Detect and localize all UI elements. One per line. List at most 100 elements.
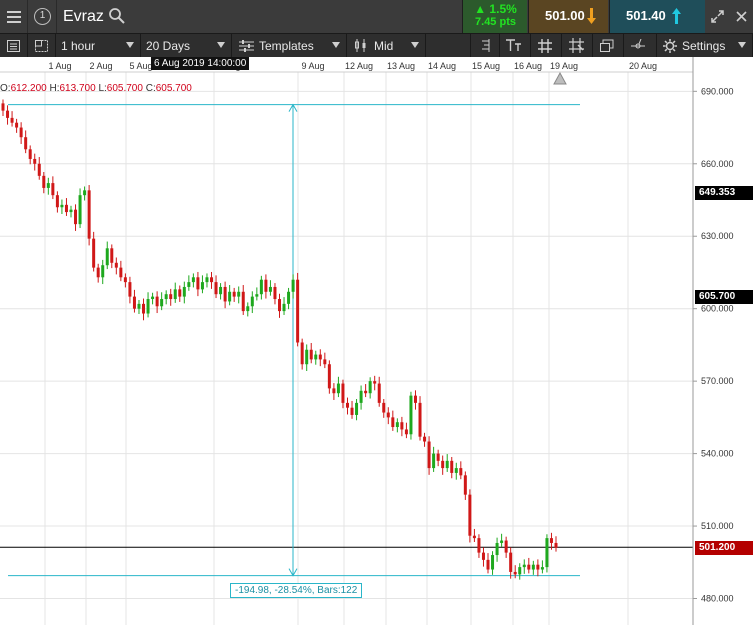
- candle-down: [513, 571, 517, 575]
- chart-toolbar: 1 hour 20 Days Templates Mid Settings: [0, 33, 753, 57]
- high-value: 613.700: [59, 83, 96, 94]
- candle-down: [554, 542, 558, 548]
- period-select[interactable]: 20 Days: [141, 34, 232, 57]
- y-tick-label: 540.000: [701, 449, 734, 459]
- candle-down: [51, 183, 55, 196]
- templates-label: Templates: [259, 38, 314, 53]
- gear-icon: [663, 38, 677, 53]
- draw-tool-button[interactable]: [623, 34, 652, 57]
- crosshair-time-label: 6 Aug 2019 14:00:00: [151, 57, 250, 70]
- candle-down: [92, 238, 96, 268]
- candle-up: [522, 564, 526, 568]
- list-icon: [7, 39, 20, 52]
- text-tool-button[interactable]: [499, 34, 528, 57]
- candle-up: [46, 183, 50, 188]
- info-icon: 1: [34, 8, 51, 25]
- y-tick-label: 480.000: [701, 594, 734, 604]
- candle-down: [264, 279, 268, 292]
- close-button[interactable]: [729, 0, 753, 33]
- ohlc-readout: O:612.200 H:613.700 L:605.700 C:605.700: [0, 83, 192, 94]
- chevron-down-icon: [126, 42, 134, 48]
- chevron-down-icon: [738, 42, 746, 48]
- candle-up: [368, 381, 372, 394]
- high-marker-tag: 649.353: [695, 186, 753, 200]
- buy-button[interactable]: 501.40: [609, 0, 705, 33]
- price-type-select[interactable]: Mid: [347, 34, 426, 57]
- crosshair-grid-icon: [568, 38, 584, 53]
- y-axis: 480.000 510.000 540.000 570.000 600.000 630.0…: [692, 57, 734, 625]
- indicators-button[interactable]: [470, 34, 499, 57]
- y-tick-label: 690.000: [701, 86, 734, 96]
- settings-button[interactable]: Settings: [656, 34, 753, 57]
- candle-up: [500, 540, 504, 543]
- candle-down: [549, 538, 553, 543]
- layout-grid-icon: [35, 39, 48, 52]
- y-tick-label: 570.000: [701, 376, 734, 386]
- y-tick-label: 630.000: [701, 231, 734, 241]
- candle-down: [178, 289, 182, 297]
- candle-up: [182, 286, 186, 297]
- candle-down: [318, 354, 322, 360]
- sell-button[interactable]: 501.00: [528, 0, 608, 33]
- candle-down: [364, 390, 368, 394]
- grid-toggle-button[interactable]: [530, 34, 559, 57]
- instrument-name[interactable]: Evraz: [63, 0, 104, 33]
- open-label: O:: [0, 83, 11, 94]
- candle-up: [187, 282, 191, 287]
- close-value: 605.700: [155, 83, 192, 94]
- scroll-marker-icon: [553, 71, 567, 85]
- layout-button[interactable]: [28, 34, 56, 57]
- candle-down: [169, 294, 173, 300]
- candle-down: [459, 468, 463, 476]
- candle-up: [495, 542, 499, 556]
- candle-up: [305, 349, 309, 365]
- candle-down: [37, 163, 41, 176]
- candle-up: [409, 395, 413, 435]
- windows-button[interactable]: [592, 34, 621, 57]
- open-value: 612.200: [10, 83, 47, 94]
- crosshair-button[interactable]: [561, 34, 590, 57]
- candle-up: [137, 303, 141, 309]
- candle-up: [105, 248, 109, 266]
- expand-button[interactable]: [706, 0, 729, 33]
- candle-down: [33, 158, 37, 164]
- candle-down: [119, 267, 123, 278]
- candle-up: [200, 282, 204, 290]
- candle-up: [250, 296, 254, 307]
- x-tick-label: 13 Aug: [387, 61, 415, 71]
- candle-down: [96, 267, 100, 278]
- current-price-tag: 501.200: [695, 541, 753, 555]
- candle-up: [255, 294, 259, 297]
- indicators-icon: [481, 39, 489, 52]
- low-label: L:: [98, 83, 107, 94]
- change-percent: ▲ 1.5%: [474, 2, 517, 16]
- interval-select[interactable]: 1 hour: [56, 34, 141, 57]
- low-value: 605.700: [106, 83, 143, 94]
- candle-down: [468, 494, 472, 536]
- candle-up: [291, 279, 295, 292]
- interval-label: 1 hour: [61, 38, 96, 53]
- templates-select[interactable]: Templates: [232, 34, 347, 57]
- candle-down: [423, 436, 427, 442]
- candle-down: [87, 190, 91, 239]
- candle-down: [332, 388, 336, 394]
- measure-tool[interactable]: [8, 103, 580, 577]
- candle-down: [19, 127, 23, 138]
- candle-down: [309, 349, 313, 360]
- candle-down: [341, 383, 345, 403]
- candle-up: [454, 468, 458, 473]
- x-tick-label: 5 Aug: [129, 61, 152, 71]
- y-tick-label: 660.000: [701, 159, 734, 169]
- watchlist-button[interactable]: [0, 34, 28, 57]
- candle-down: [536, 564, 540, 570]
- price-chart[interactable]: 1 Aug2 Aug5 Aug8 Aug9 Aug12 Aug13 Aug14 …: [0, 57, 753, 625]
- candle-down: [1, 103, 5, 111]
- candle-up: [205, 277, 209, 283]
- menu-button[interactable]: [0, 0, 28, 33]
- arrow-up-icon: [672, 8, 681, 24]
- search-icon[interactable]: [108, 7, 126, 25]
- info-button[interactable]: 1: [29, 0, 57, 33]
- candle-down: [400, 422, 404, 430]
- price-type-label: Mid: [374, 38, 394, 53]
- candle-down: [504, 540, 508, 553]
